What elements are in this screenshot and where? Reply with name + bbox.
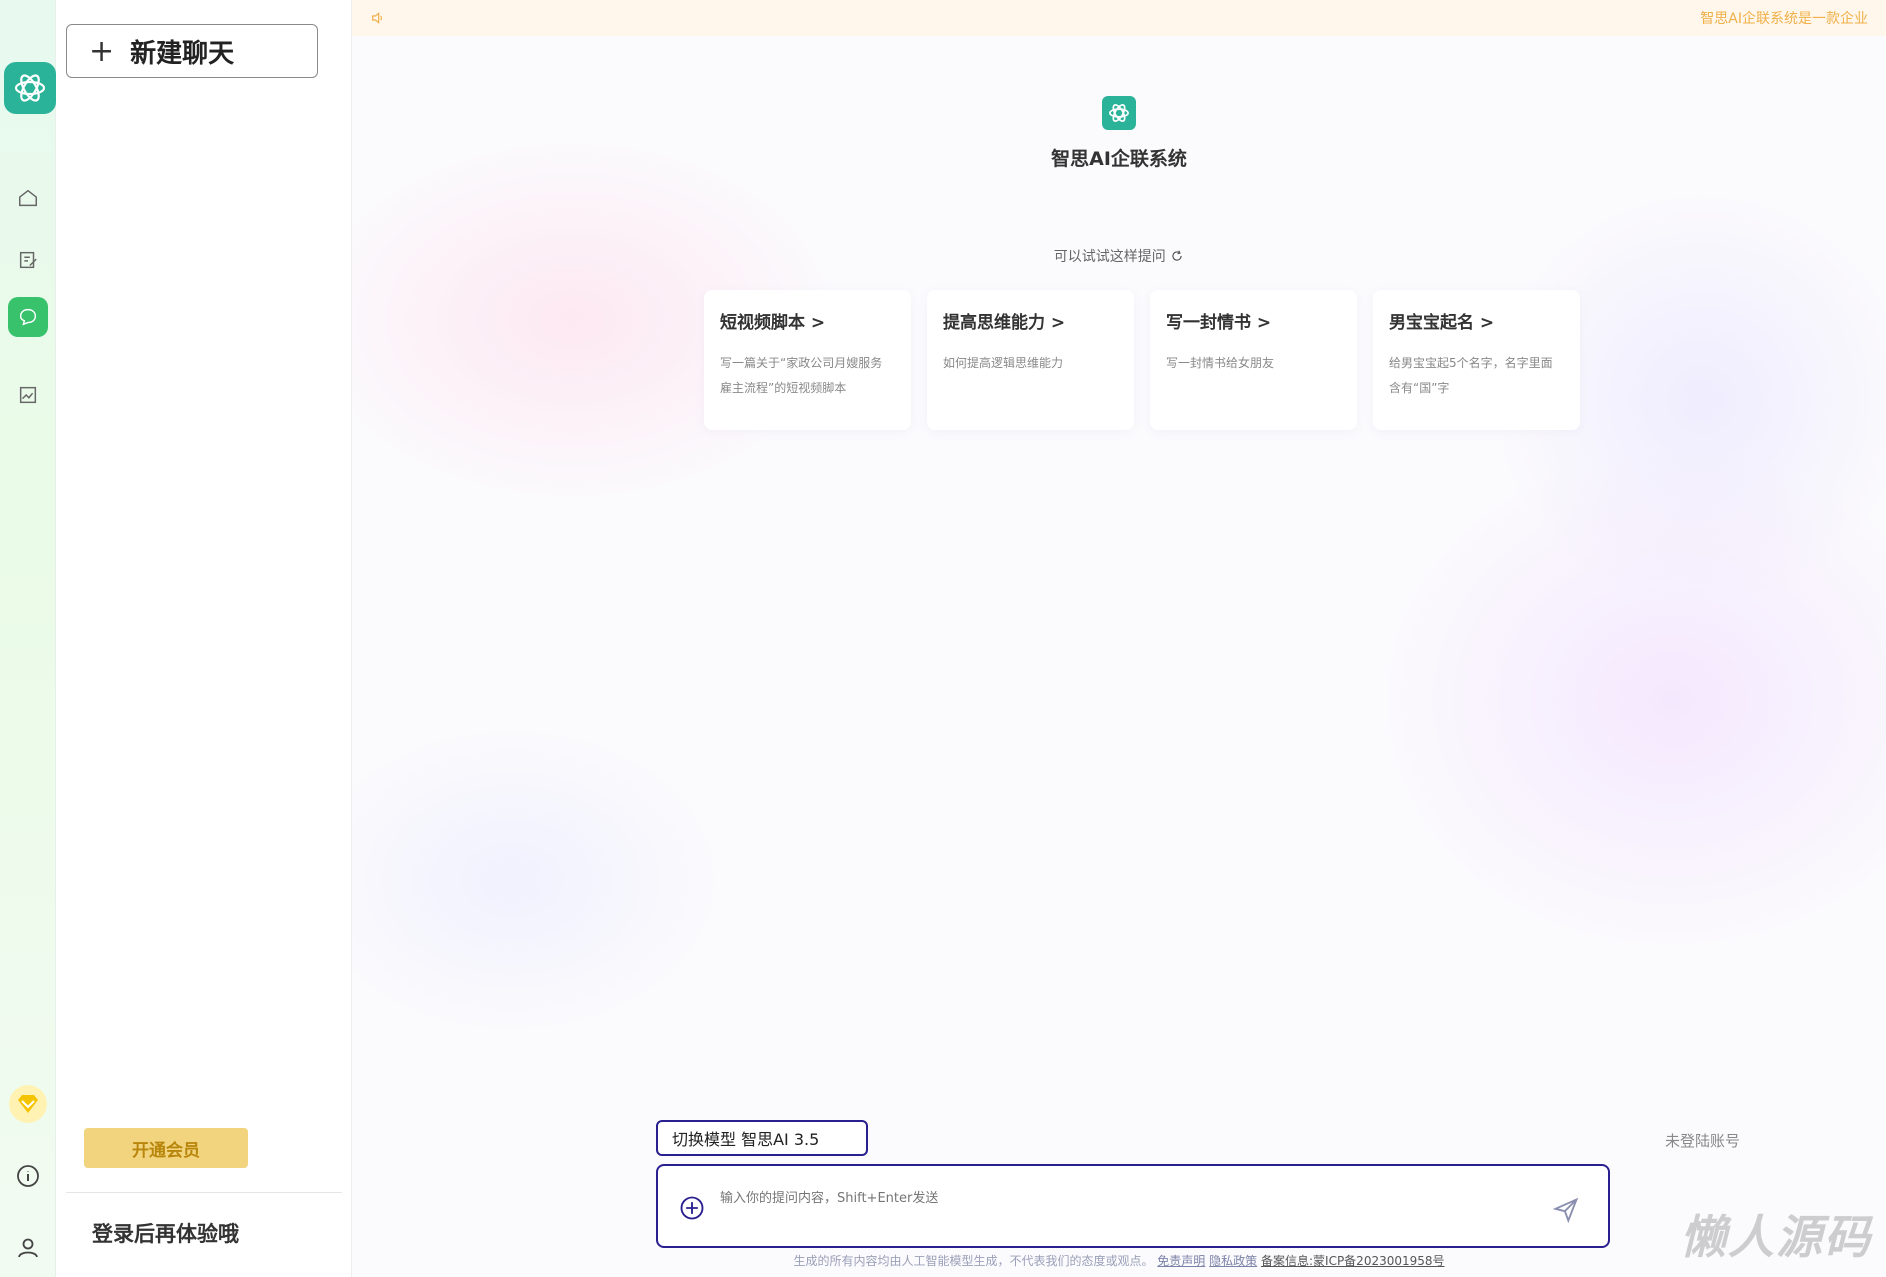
- card-desc: 写一封情书给女朋友: [1166, 351, 1341, 376]
- notice-bar: 智思AI企联系统是一款企业: [352, 0, 1886, 36]
- plus-icon: +: [89, 33, 115, 69]
- brand-logo: [1102, 96, 1136, 130]
- suggestion-card[interactable]: 写一封情书 > 写一封情书给女朋友: [1150, 290, 1357, 430]
- privacy-link[interactable]: 隐私政策: [1209, 1254, 1257, 1268]
- card-title: 短视频脚本 >: [720, 313, 826, 333]
- suggestion-label: 可以试试这样提问: [1053, 249, 1166, 265]
- nav-home[interactable]: [8, 178, 48, 218]
- card-title: 写一封情书 >: [1166, 313, 1272, 333]
- home-icon: [19, 189, 37, 207]
- nav-user[interactable]: [8, 1228, 48, 1268]
- icon-rail: [0, 0, 56, 1277]
- card-desc: 如何提高逻辑思维能力: [943, 351, 1118, 376]
- suggestion-card[interactable]: 提高思维能力 > 如何提高逻辑思维能力: [927, 290, 1134, 430]
- disclaimer-link[interactable]: 免责声明: [1157, 1254, 1205, 1268]
- footer: 生成的所有内容均由人工智能模型生成，不代表我们的态度或观点。 免责声明 隐私政策…: [352, 1252, 1886, 1269]
- card-desc-line: 如何提高逻辑思维能力: [943, 356, 1064, 370]
- vip-button[interactable]: 开通会员: [84, 1128, 248, 1168]
- prompt-input[interactable]: [718, 1184, 1518, 1212]
- sidebar-divider: [66, 1192, 342, 1193]
- card-desc-line: 给男宝宝起5个名字，名字里面: [1389, 356, 1553, 370]
- suggestion-card[interactable]: 短视频脚本 > 写一篇关于“家政公司月嫂服务 雇主流程”的短视频脚本: [704, 290, 911, 430]
- chat-icon: [19, 308, 37, 326]
- card-desc: 给男宝宝起5个名字，名字里面 含有“国”字: [1389, 351, 1564, 401]
- card-desc-line: 写一封情书给女朋友: [1166, 356, 1275, 370]
- model-switch-button[interactable]: 切换模型 智思AI 3.5: [656, 1120, 868, 1156]
- card-desc: 写一篇关于“家政公司月嫂服务 雇主流程”的短视频脚本: [720, 351, 895, 401]
- nav-edit[interactable]: [8, 240, 48, 280]
- send-icon[interactable]: [1552, 1196, 1580, 1224]
- login-tip[interactable]: 登录后再体验哦: [92, 1218, 239, 1248]
- watermark: 懒人源码: [1680, 1210, 1872, 1264]
- user-icon: [18, 1238, 38, 1258]
- image-icon: [19, 386, 37, 404]
- nav-chat[interactable]: [8, 297, 48, 337]
- nav-image[interactable]: [8, 375, 48, 415]
- footer-disclaimer: 生成的所有内容均由人工智能模型生成，不代表我们的态度或观点。: [793, 1254, 1154, 1268]
- add-circle-icon[interactable]: [678, 1194, 706, 1222]
- refresh-icon[interactable]: [1170, 249, 1184, 263]
- brand-block: 智思AI企联系统: [352, 96, 1886, 171]
- brand-name: 智思AI企联系统: [1051, 148, 1187, 170]
- speaker-icon: [372, 12, 383, 24]
- new-chat-button[interactable]: + 新建聊天: [66, 24, 318, 78]
- openai-logo-icon: [14, 74, 46, 102]
- suggestion-card[interactable]: 男宝宝起名 > 给男宝宝起5个名字，名字里面 含有“国”字: [1373, 290, 1580, 430]
- card-desc-line: 雇主流程”的短视频脚本: [720, 381, 847, 395]
- vip-diamond-icon: [9, 1085, 47, 1123]
- notice-text: 智思AI企联系统是一款企业: [1700, 11, 1868, 27]
- icp-link[interactable]: 备案信息:蒙ICP备2023001958号: [1261, 1254, 1445, 1268]
- info-icon: [17, 1165, 39, 1187]
- card-desc-line: 写一篇关于“家政公司月嫂服务: [720, 356, 883, 370]
- edit-icon: [19, 251, 37, 269]
- chat-sidebar: + 新建聊天 开通会员 登录后再体验哦: [56, 0, 352, 1277]
- card-title: 提高思维能力 >: [943, 313, 1066, 333]
- main-area: 智思AI企联系统是一款企业 智思AI企联系统 可以试试这样提问 短视频脚本 > …: [352, 0, 1886, 1277]
- nav-info[interactable]: [8, 1156, 48, 1196]
- suggestion-cards: 短视频脚本 > 写一篇关于“家政公司月嫂服务 雇主流程”的短视频脚本 提高思维能…: [704, 290, 1580, 430]
- nav-vip[interactable]: [8, 1084, 48, 1124]
- login-status: 未登陆账号: [1664, 1132, 1740, 1150]
- app-logo[interactable]: [4, 62, 56, 114]
- new-chat-label: 新建聊天: [130, 38, 235, 69]
- card-title: 男宝宝起名 >: [1389, 313, 1495, 333]
- openai-logo-icon: [1109, 104, 1129, 122]
- card-desc-line: 含有“国”字: [1389, 381, 1450, 395]
- prompt-composer: [656, 1164, 1610, 1248]
- suggestion-header[interactable]: 可以试试这样提问: [352, 246, 1886, 266]
